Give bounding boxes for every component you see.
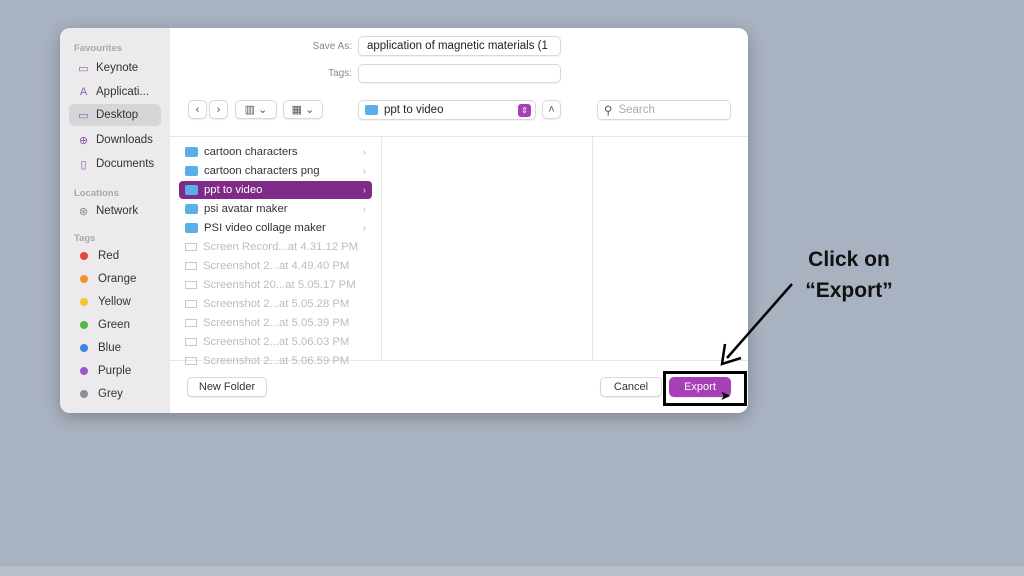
annotation-arrow (720, 283, 793, 366)
